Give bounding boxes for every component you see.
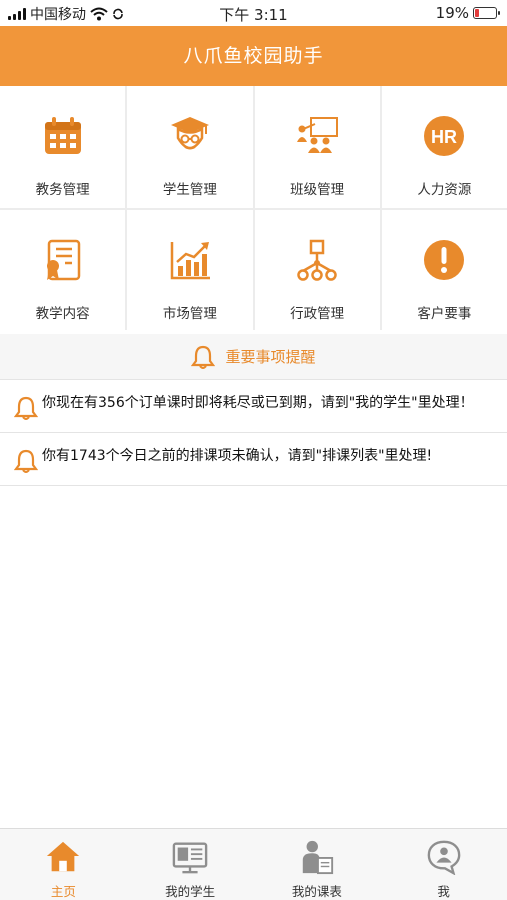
grid-item-content[interactable]: 教学内容	[0, 210, 126, 332]
status-bar: 中国移动 下午 3:11 19%	[0, 0, 507, 26]
org-chart-icon	[297, 239, 337, 281]
tab-label: 我的学生	[165, 884, 216, 899]
reminder-title: 重要事项提醒	[225, 348, 316, 366]
battery-percent: 19%	[435, 4, 469, 22]
bell-icon	[14, 449, 38, 473]
app-header: 八爪鱼校园助手	[0, 26, 507, 86]
battery-icon	[473, 7, 500, 19]
battery-fill	[475, 9, 479, 17]
teacher-icon	[302, 840, 333, 875]
tab-my-students[interactable]: 我的学生	[127, 829, 254, 900]
grid-item-label: 学生管理	[162, 182, 217, 198]
grid-item-label: 客户要事	[417, 306, 472, 322]
svg-text:HR: HR	[431, 127, 457, 147]
bell-icon	[14, 396, 38, 420]
reminder-text: 你有1743个今日之前的排课项未确认，请到"排课列表"里处理!	[42, 448, 433, 464]
calendar-icon	[44, 117, 81, 154]
tab-me[interactable]: 我	[380, 829, 507, 900]
grid-item-label: 教学内容	[35, 306, 90, 322]
class-teaching-icon	[297, 117, 339, 153]
tab-label: 我的课表	[291, 884, 342, 899]
home-icon	[47, 841, 80, 872]
tab-my-schedule[interactable]: 我的课表	[254, 829, 381, 900]
grid-item-label: 班级管理	[290, 182, 345, 198]
reminder-text: 你现在有356个订单课时即将耗尽或已到期，请到"我的学生"里处理！	[42, 395, 474, 411]
grid-item-client[interactable]: 客户要事	[381, 210, 507, 332]
tab-label: 主页	[50, 884, 76, 899]
grid-item-label: 教务管理	[35, 182, 90, 198]
reminder-header: 重要事项提醒	[0, 334, 507, 380]
grid-item-label: 人力资源	[417, 182, 472, 198]
growth-chart-icon	[170, 242, 210, 280]
function-grid: 教务管理 学生管理 班级管理 HR 人力资源 教学内容 市场管理 行政管理 客户…	[0, 86, 507, 332]
tab-label: 我	[437, 884, 450, 899]
grid-item-hr[interactable]: HR 人力资源	[381, 86, 507, 208]
alert-icon	[424, 240, 465, 280]
page-title: 八爪鱼校园助手	[183, 45, 324, 67]
chat-person-icon	[427, 840, 460, 875]
status-right: 19%	[435, 4, 500, 22]
certificate-icon	[46, 239, 80, 281]
grid-item-label: 行政管理	[290, 306, 345, 322]
grid-item-market[interactable]: 市场管理	[127, 210, 253, 332]
grid-item-class[interactable]: 班级管理	[254, 86, 380, 208]
grid-item-admin[interactable]: 行政管理	[254, 210, 380, 332]
grid-item-academic[interactable]: 教务管理	[0, 86, 126, 208]
bell-icon	[191, 345, 216, 369]
grid-item-label: 市场管理	[162, 306, 217, 322]
student-board-icon	[172, 842, 208, 874]
tab-home[interactable]: 主页	[0, 829, 127, 900]
hr-icon: HR	[424, 116, 465, 156]
reminder-item[interactable]: 你现在有356个订单课时即将耗尽或已到期，请到"我的学生"里处理！	[0, 381, 507, 433]
graduate-icon	[170, 117, 209, 150]
grid-item-students[interactable]: 学生管理	[127, 86, 253, 208]
tab-bar: 主页 我的学生 我的课表 我	[0, 828, 507, 900]
status-time: 下午 3:11	[219, 6, 288, 24]
reminder-item[interactable]: 你有1743个今日之前的排课项未确认，请到"排课列表"里处理!	[0, 434, 507, 486]
